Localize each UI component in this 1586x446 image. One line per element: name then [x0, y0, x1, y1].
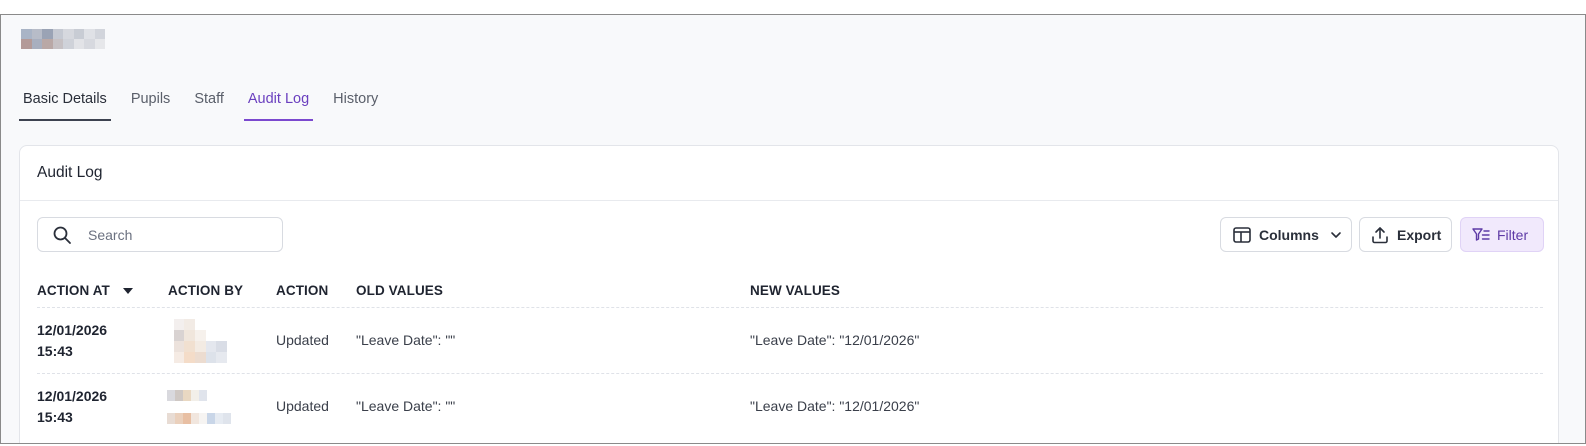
chevron-down-icon [1331, 231, 1341, 238]
table-row[interactable]: 12/01/2026 15:43 Updated "Leave Date": "… [37, 373, 1543, 440]
sort-desc-icon [122, 288, 133, 295]
action-at-cell: 12/01/2026 15:43 [37, 386, 107, 428]
school-logo [21, 29, 105, 49]
tab-staff[interactable]: Staff [190, 83, 228, 121]
audit-log-card: Audit Log Columns [19, 145, 1559, 443]
header-new-values[interactable]: NEW VALUES [750, 283, 840, 298]
action-time: 15:43 [37, 409, 73, 425]
action-date: 12/01/2026 [37, 322, 108, 338]
old-values-cell: "Leave Date": "" [356, 398, 456, 414]
header-action-by[interactable]: ACTION BY [168, 283, 243, 298]
action-time: 15:43 [37, 343, 73, 359]
action-at-cell: 12/01/2026 15:43 [37, 320, 107, 362]
header-old-values[interactable]: OLD VALUES [356, 283, 443, 298]
export-button[interactable]: Export [1359, 217, 1452, 252]
search-icon [53, 226, 71, 244]
new-values-cell: "Leave Date": "12/01/2026" [750, 332, 920, 348]
user-avatar [167, 390, 231, 424]
search-input[interactable] [86, 225, 270, 244]
tab-basic-details[interactable]: Basic Details [19, 83, 111, 121]
columns-icon [1233, 226, 1251, 243]
action-cell: Updated [276, 398, 329, 414]
table-row[interactable]: 12/01/2026 15:43 Updated "Leave Date": "… [37, 307, 1543, 374]
columns-label: Columns [1259, 226, 1319, 243]
tab-bar: Basic Details Pupils Staff Audit Log His… [19, 83, 398, 129]
header-action-at[interactable]: ACTION AT [37, 283, 134, 298]
columns-button[interactable]: Columns [1220, 217, 1352, 252]
tab-audit-log[interactable]: Audit Log [243, 83, 314, 121]
filter-button[interactable]: Filter [1460, 217, 1544, 252]
app-window: Basic Details Pupils Staff Audit Log His… [0, 14, 1586, 444]
tab-pupils[interactable]: Pupils [127, 83, 175, 121]
upload-icon [1372, 226, 1388, 243]
export-label: Export [1397, 226, 1442, 243]
card-title: Audit Log [20, 146, 1558, 201]
search-box[interactable] [37, 217, 283, 252]
old-values-cell: "Leave Date": "" [356, 332, 456, 348]
filter-icon [1472, 227, 1490, 241]
new-values-cell: "Leave Date": "12/01/2026" [750, 398, 920, 414]
user-avatar [163, 319, 227, 363]
tab-history[interactable]: History [329, 83, 382, 121]
action-cell: Updated [276, 332, 329, 348]
filter-label: Filter [1497, 226, 1529, 243]
header-action[interactable]: ACTION [276, 283, 328, 298]
action-date: 12/01/2026 [37, 388, 108, 404]
